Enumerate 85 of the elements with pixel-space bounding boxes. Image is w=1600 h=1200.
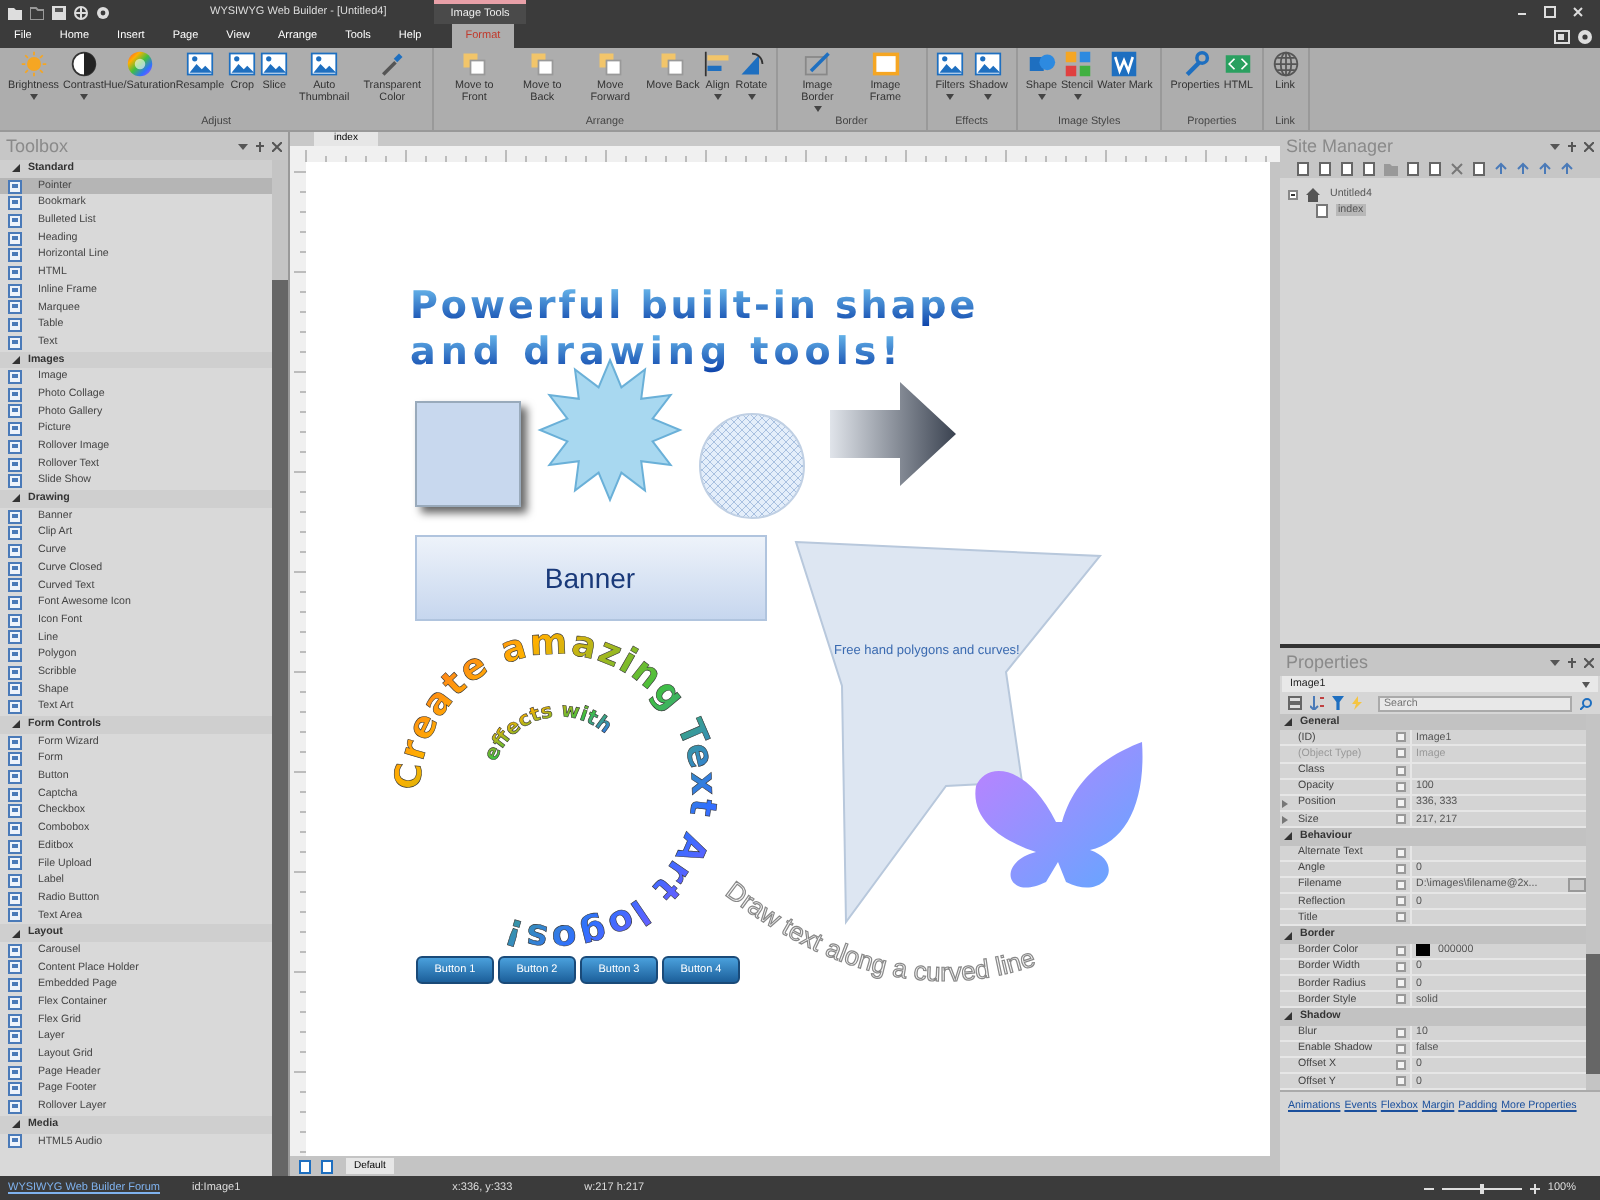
circle-shape: [699, 413, 805, 519]
caret-icon: [1284, 931, 1292, 940]
picture-icon: [310, 50, 339, 78]
close-icon[interactable]: [1584, 141, 1594, 151]
scrollbar[interactable]: [272, 160, 288, 1176]
caret-icon[interactable]: [1550, 141, 1560, 151]
headline-text-art: Powerful built-in shape and drawing tools!: [410, 284, 979, 374]
cross-icon[interactable]: [1450, 162, 1464, 176]
tiles-icon: [1063, 50, 1092, 78]
caret-icon: [1284, 718, 1292, 727]
caret-icon: [1582, 681, 1590, 687]
globe-icon: [74, 5, 88, 19]
filter-icon[interactable]: [1332, 696, 1344, 710]
caret-icon: [12, 494, 20, 503]
caret-icon: [12, 355, 20, 364]
wrench-icon: [1181, 50, 1210, 78]
caret-icon: [1284, 1012, 1292, 1021]
pin-icon[interactable]: [1568, 141, 1576, 151]
arrow-icon[interactable]: [1560, 162, 1574, 176]
close-icon[interactable]: [272, 141, 282, 151]
zoom-in-icon[interactable]: [1529, 1183, 1540, 1193]
color-wheel-icon: [125, 50, 154, 78]
caret-icon: [1284, 832, 1292, 841]
arrow-icon[interactable]: [1538, 162, 1552, 176]
house-icon: [1306, 187, 1320, 201]
page-icon[interactable]: [1472, 162, 1486, 176]
save-icon: [52, 5, 66, 19]
pin-icon[interactable]: [1568, 657, 1576, 667]
help-icon[interactable]: [1578, 29, 1592, 43]
caret-icon: [713, 94, 722, 101]
picture-icon: [185, 50, 214, 78]
align-icon: [703, 50, 732, 78]
page-icon: [1316, 203, 1328, 217]
caret-icon: [1037, 94, 1046, 101]
picture-icon: [974, 50, 1003, 78]
caret-icon: [813, 106, 822, 113]
sun-icon: [19, 50, 48, 78]
sort-icon[interactable]: [1310, 696, 1324, 710]
caret-icon: [12, 164, 20, 173]
pencil-icon: [803, 50, 832, 78]
caret-icon: [12, 929, 20, 938]
picture-icon: [936, 50, 965, 78]
expand-arrow-icon[interactable]: [1282, 799, 1288, 808]
expand-arrow-icon[interactable]: [1282, 816, 1288, 825]
pin-icon[interactable]: [256, 141, 264, 151]
gear-icon: [96, 5, 110, 19]
eyedropper-icon: [378, 50, 407, 78]
frame-icon: [871, 50, 900, 78]
picture-icon: [228, 50, 257, 78]
panel-title: Toolbox: [6, 134, 69, 160]
caret-icon: [12, 1120, 20, 1129]
contrast-icon: [69, 50, 98, 78]
caret-icon: [747, 94, 756, 101]
square-shape: [415, 401, 521, 507]
caret-icon: [12, 720, 20, 729]
arrow-shape: [830, 382, 956, 486]
restore-icon[interactable]: [1544, 6, 1556, 18]
caret-icon[interactable]: [238, 141, 248, 151]
caret-icon: [29, 94, 38, 101]
picture-icon: [260, 50, 289, 78]
panel-title: Site Manager: [1286, 134, 1394, 160]
search-icon[interactable]: [1580, 697, 1592, 709]
slider-thumb[interactable]: [1479, 1183, 1484, 1193]
globe-icon: [1271, 50, 1300, 78]
panel-title: Properties: [1286, 650, 1369, 676]
scrollbar[interactable]: [1586, 714, 1600, 1091]
categorized-icon[interactable]: [1288, 696, 1302, 710]
expander-icon[interactable]: [1288, 189, 1298, 199]
triangle-icon: [737, 50, 766, 78]
caret-icon: [946, 94, 955, 101]
arrow-icon[interactable]: [1516, 162, 1530, 176]
tool-icon: [8, 700, 22, 715]
tool-icon: [8, 1134, 22, 1149]
close-icon[interactable]: [1584, 657, 1594, 667]
caret-icon: [79, 94, 88, 101]
scrollbar[interactable]: [1270, 162, 1280, 1156]
caret-icon[interactable]: [1550, 657, 1560, 667]
window-layout-icon[interactable]: [1554, 29, 1570, 43]
code-icon: [1224, 50, 1253, 78]
zoom-out-icon[interactable]: [1423, 1183, 1434, 1193]
banner: Banner: [415, 535, 767, 621]
caret-icon: [984, 94, 993, 101]
caret-icon: [1073, 94, 1082, 101]
arrow-icon[interactable]: [1494, 162, 1508, 176]
zigzag-icon: [1110, 50, 1139, 78]
